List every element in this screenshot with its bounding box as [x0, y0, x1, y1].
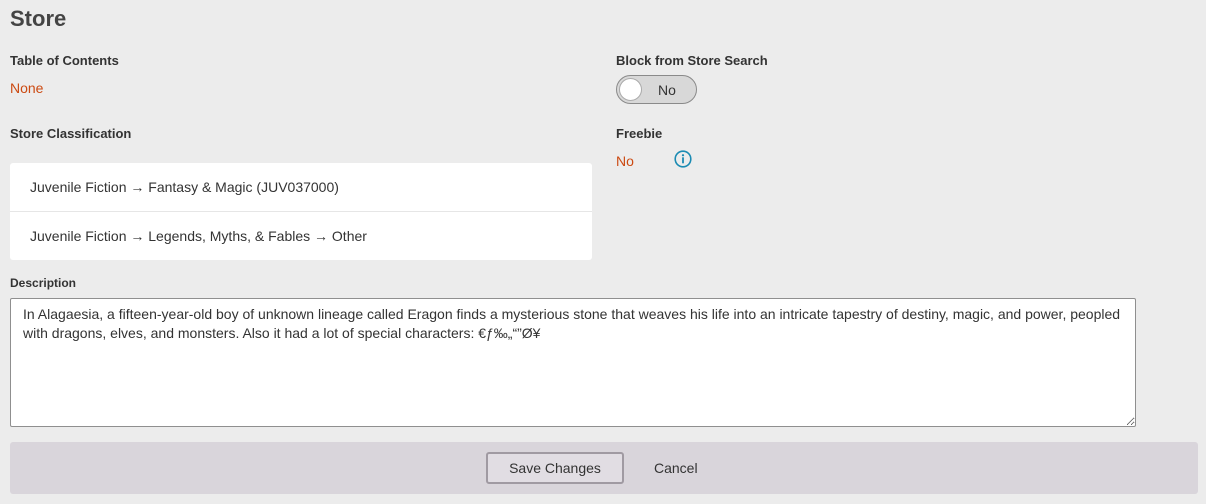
classification-item[interactable]: Juvenile Fiction → Fantasy & Magic (JUV0…	[10, 163, 592, 211]
toc-value: None	[10, 80, 44, 96]
freebie-label: Freebie	[616, 126, 663, 141]
freebie-value: No	[616, 153, 634, 169]
classification-item[interactable]: Juvenile Fiction → Legends, Myths, & Fab…	[10, 211, 592, 259]
toggle-text: No	[658, 82, 676, 98]
save-changes-button[interactable]: Save Changes	[486, 452, 624, 484]
description-textarea[interactable]: In Alagaesia, a fifteen-year-old boy of …	[10, 298, 1136, 427]
cancel-button[interactable]: Cancel	[654, 452, 698, 484]
block-search-label: Block from Store Search	[616, 53, 768, 68]
description-label: Description	[10, 276, 77, 290]
info-icon[interactable]	[674, 150, 692, 168]
block-search-toggle[interactable]: No	[616, 75, 697, 104]
form-footer: Save Changes Cancel	[10, 442, 1198, 494]
toggle-knob	[619, 78, 642, 101]
classification-list: Juvenile Fiction → Fantasy & Magic (JUV0…	[10, 163, 592, 260]
classification-label: Store Classification	[10, 126, 132, 141]
page-title: Store	[10, 6, 67, 31]
toc-label: Table of Contents	[10, 53, 119, 68]
